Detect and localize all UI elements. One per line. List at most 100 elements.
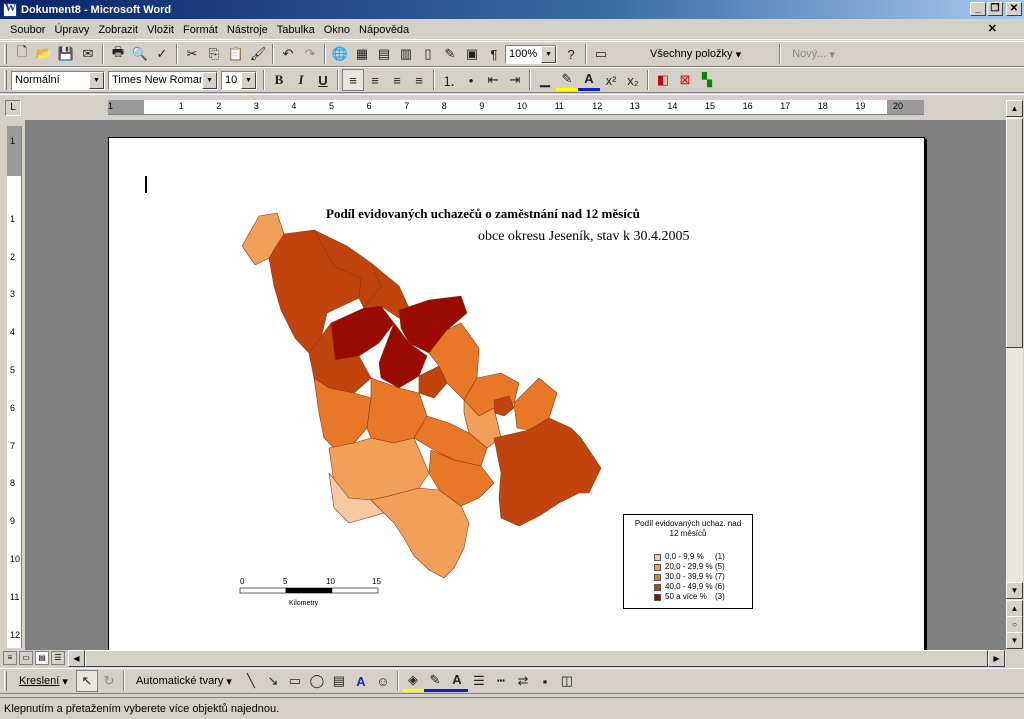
vertical-ruler[interactable]: 1 1 2 3 4 5 6 7 8 9 10 11 12 [7,126,22,648]
format-painter-icon[interactable]: 🖌 [247,43,269,65]
accept-change-icon[interactable]: ▚ [696,69,718,91]
scroll-up-button[interactable]: ▲ [1006,100,1023,117]
reject-change-icon[interactable]: ⊠ [674,69,696,91]
menu-zobrazit[interactable]: Zobrazit [98,24,138,36]
arrow-icon[interactable]: ↘ [262,670,284,692]
align-center-icon[interactable]: ≡ [364,69,386,91]
document-map-icon[interactable]: ▣ [461,43,483,65]
redo-icon[interactable]: ↷ [299,43,321,65]
help-icon[interactable]: ? [560,43,582,65]
columns-icon[interactable]: ▯ [417,43,439,65]
vertical-scroll-thumb[interactable] [1006,118,1023,348]
arrow-style-icon[interactable]: ⇄ [512,670,534,692]
styles-dropdown-button[interactable]: Všechny položky ▾ [642,44,749,64]
scroll-left-button[interactable]: ◀ [68,650,85,667]
print-layout-icon[interactable]: ▤ [35,651,49,665]
close-button[interactable]: ✕ [1006,2,1022,16]
line-style-icon[interactable]: ☰ [468,670,490,692]
spelling-icon[interactable]: ✓ [151,43,173,65]
chevron-down-icon[interactable]: ▼ [202,71,217,89]
show-hide-icon[interactable]: ¶ [483,43,505,65]
line-color-icon[interactable]: ✎ [423,670,446,692]
textbox-icon[interactable]: ▤ [328,670,350,692]
choropleth-map[interactable] [109,138,926,650]
decrease-indent-icon[interactable]: ⇤ [482,69,504,91]
fill-color-icon[interactable]: ◈ [401,670,424,692]
line-icon[interactable]: ╲ [240,670,262,692]
align-left-icon[interactable]: ≡ [342,69,364,91]
borders-icon[interactable]: ▁ [534,69,556,91]
next-page-button[interactable]: ▼ [1006,632,1023,649]
increase-indent-icon[interactable]: ⇥ [504,69,526,91]
font-select[interactable]: Times New Roman ▼ [108,70,218,90]
new-document-icon[interactable]: 🗋 [11,43,33,65]
page[interactable]: Podíl evidovaných uchazečů o zaměstnání … [108,137,925,650]
copy-icon[interactable]: ⎘ [203,43,225,65]
print-preview-icon[interactable]: 🔍 [129,43,151,65]
subscript-icon[interactable]: x₂ [622,69,644,91]
select-browse-object-button[interactable]: ○ [1006,616,1023,633]
clipart-icon[interactable]: ☺ [372,670,394,692]
style-select[interactable]: Normální ▼ [11,70,105,90]
track-changes-icon[interactable]: ◧ [652,69,674,91]
normal-view-icon[interactable]: ≡ [3,651,17,665]
numbering-icon[interactable]: ⒈ [438,69,460,91]
horizontal-scrollbar[interactable]: ◀ ▶ [68,650,1006,667]
minimize-button[interactable]: _ [970,2,986,16]
tables-borders-icon[interactable]: ▦ [351,43,373,65]
superscript-icon[interactable]: x² [600,69,622,91]
3d-icon[interactable]: ◫ [556,670,578,692]
menu-okno[interactable]: Okno [324,24,350,36]
font-color-icon[interactable]: A [578,69,600,91]
oval-icon[interactable]: ◯ [306,670,328,692]
zoom-select[interactable]: 100% ▼ [505,44,557,64]
new-dropdown-button[interactable]: Nový... ▾ [784,44,843,64]
outline-view-icon[interactable]: ☰ [51,651,65,665]
save-icon[interactable]: 💾 [55,43,77,65]
undo-icon[interactable]: ↶ [277,43,299,65]
scroll-right-button[interactable]: ▶ [988,650,1005,667]
menu-napoveda[interactable]: Nápověda [359,24,409,36]
restore-button[interactable]: ❐ [987,2,1003,16]
chevron-down-icon[interactable]: ▼ [89,71,104,89]
horizontal-scroll-thumb[interactable] [85,650,988,667]
bullets-icon[interactable]: • [460,69,482,91]
tab-selector[interactable]: L [5,100,21,116]
highlight-icon[interactable]: ✎ [556,69,578,91]
menu-nastroje[interactable]: Nástroje [227,24,268,36]
underline-icon[interactable]: U [312,69,334,91]
toolbar-grip[interactable] [4,44,7,64]
vertical-scrollbar[interactable]: ▲ ▼ ▲ ○ ▼ [1006,100,1023,649]
cut-icon[interactable]: ✂ [181,43,203,65]
draw-menu-button[interactable]: Kreslení ▾ [11,671,76,691]
bold-icon[interactable]: B [268,69,290,91]
insert-excel-icon[interactable]: ▥ [395,43,417,65]
justify-icon[interactable]: ≡ [408,69,430,91]
toolbar-grip[interactable] [4,70,7,90]
dash-style-icon[interactable]: ┅ [490,670,512,692]
word-app-icon[interactable] [3,2,17,17]
shadow-icon[interactable]: ▪ [534,670,556,692]
font-size-select[interactable]: 10 ▼ [221,70,257,90]
menu-format[interactable]: Formát [183,24,218,36]
menu-upravy[interactable]: Úpravy [54,24,89,36]
drawing-icon[interactable]: ✎ [439,43,461,65]
menu-tabulka[interactable]: Tabulka [277,24,315,36]
chevron-down-icon[interactable]: ▼ [241,71,256,89]
permission-icon[interactable]: ✉ [77,43,99,65]
scroll-down-button[interactable]: ▼ [1006,582,1023,599]
reading-layout-icon[interactable]: ▭ [590,43,612,65]
chevron-down-icon[interactable]: ▼ [541,45,556,63]
select-objects-icon[interactable]: ↖ [75,670,98,692]
open-icon[interactable]: 📂 [33,43,55,65]
insert-table-icon[interactable]: ▤ [373,43,395,65]
rectangle-icon[interactable]: ▭ [284,670,306,692]
menu-soubor[interactable]: Soubor [10,24,45,36]
wordart-icon[interactable]: A [350,670,372,692]
previous-page-button[interactable]: ▲ [1006,600,1023,617]
doc-close-icon[interactable]: ✕ [988,22,997,35]
document-area[interactable]: Podíl evidovaných uchazečů o zaměstnání … [25,120,1006,650]
rotate-icon[interactable]: ↻ [98,670,120,692]
menu-vlozit[interactable]: Vložit [147,24,174,36]
align-right-icon[interactable]: ≡ [386,69,408,91]
